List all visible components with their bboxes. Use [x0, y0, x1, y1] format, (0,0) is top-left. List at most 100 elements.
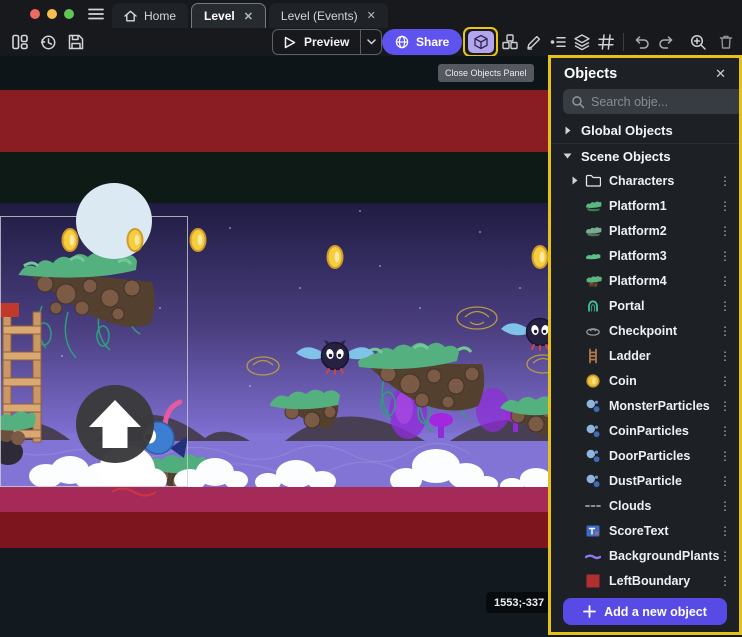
object-menu-button[interactable]: ⋮ [719, 199, 729, 213]
tab-level[interactable]: Level ✕ [191, 3, 266, 28]
object-menu-button[interactable]: ⋮ [719, 224, 729, 238]
object-label: Platform3 [609, 249, 719, 263]
objects-panel-toggle-button[interactable] [468, 31, 494, 53]
object-menu-button[interactable]: ⋮ [719, 324, 729, 338]
section-scene-objects[interactable]: Scene Objects [551, 143, 739, 168]
object-label: CoinParticles [609, 424, 719, 438]
object-row[interactable]: MonsterParticles⋮ [551, 393, 739, 418]
object-row[interactable]: Platform3⋮ [551, 243, 739, 268]
red-square-icon [585, 573, 603, 589]
zoom-window-button[interactable] [64, 9, 74, 19]
close-tab-icon[interactable]: ✕ [242, 10, 253, 23]
grid-button[interactable] [596, 33, 615, 51]
undo-button[interactable] [632, 33, 651, 51]
object-groups-button[interactable] [500, 33, 519, 51]
object-row[interactable]: Platform4⋮ [551, 268, 739, 293]
object-row[interactable]: Platform1⋮ [551, 193, 739, 218]
objects-list: Characters⋮Platform1⋮Platform2⋮Platform3… [551, 168, 739, 592]
chevron-right-icon[interactable] [572, 176, 585, 185]
object-row[interactable]: Ladder⋮ [551, 343, 739, 368]
object-menu-button[interactable]: ⋮ [719, 374, 729, 388]
close-tab-icon[interactable]: ✕ [365, 9, 376, 22]
preview-label: Preview [304, 35, 349, 49]
object-row[interactable]: DustParticle⋮ [551, 468, 739, 493]
object-menu-button[interactable]: ⋮ [719, 349, 729, 363]
instances-list-button[interactable] [548, 33, 567, 51]
toggle-panels-button[interactable] [10, 33, 30, 51]
tab-label: Level [204, 9, 235, 23]
objects-panel: Objects ✕ Global Objects Scene Objects C… [548, 55, 742, 635]
object-menu-button[interactable]: ⋮ [719, 424, 729, 438]
object-row[interactable]: Platform2⋮ [551, 218, 739, 243]
toolbar-divider [623, 33, 624, 51]
add-new-object-label: Add a new object [604, 605, 707, 619]
search-icon [571, 95, 585, 109]
portal-icon [585, 298, 603, 314]
delete-button[interactable] [716, 33, 735, 51]
object-row[interactable]: Coin⋮ [551, 368, 739, 393]
object-row[interactable]: Portal⋮ [551, 293, 739, 318]
edit-object-button[interactable] [524, 33, 543, 51]
particles-icon [585, 448, 603, 464]
object-row[interactable]: Characters⋮ [551, 168, 739, 193]
tab-level-events[interactable]: Level (Events) ✕ [269, 3, 388, 28]
object-label: Clouds [609, 499, 719, 513]
preview-button[interactable]: Preview [273, 30, 360, 54]
object-row[interactable]: ScoreText⋮ [551, 518, 739, 543]
object-menu-button[interactable]: ⋮ [719, 174, 729, 188]
section-global-objects[interactable]: Global Objects [551, 118, 739, 143]
object-label: Portal [609, 299, 719, 313]
window-controls [30, 9, 74, 19]
zoom-in-button[interactable] [688, 33, 707, 51]
save-button[interactable] [66, 33, 86, 51]
jump-arrow-control[interactable] [76, 385, 154, 463]
plants-line-icon [585, 548, 603, 564]
object-menu-button[interactable]: ⋮ [719, 449, 729, 463]
close-panel-icon[interactable]: ✕ [715, 66, 726, 82]
object-label: Coin [609, 374, 719, 388]
object-row[interactable]: LeftBoundary⋮ [551, 568, 739, 592]
object-label: Checkpoint [609, 324, 719, 338]
object-label: Platform4 [609, 274, 719, 288]
share-button[interactable]: Share [382, 29, 462, 55]
object-menu-button[interactable]: ⋮ [719, 574, 729, 588]
object-menu-button[interactable]: ⋮ [719, 474, 729, 488]
object-menu-button[interactable]: ⋮ [719, 249, 729, 263]
object-menu-button[interactable]: ⋮ [719, 524, 729, 538]
preview-options-button[interactable] [360, 30, 381, 54]
redo-button[interactable] [656, 33, 675, 51]
search-input[interactable] [591, 95, 742, 109]
main-menu-icon[interactable] [88, 7, 104, 21]
object-label: BackgroundPlants [609, 549, 719, 563]
titlebar: Home Level ✕ Level (Events) ✕ [0, 0, 742, 28]
object-menu-button[interactable]: ⋮ [719, 399, 729, 413]
object-menu-button[interactable]: ⋮ [719, 549, 729, 563]
tab-label: Home [144, 9, 176, 23]
checkpoint-icon [585, 323, 603, 339]
minimize-window-button[interactable] [47, 9, 57, 19]
tab-home[interactable]: Home [112, 3, 188, 28]
particles-icon [585, 473, 603, 489]
objects-panel-highlight [463, 27, 498, 57]
left-boundary-instance[interactable] [0, 303, 19, 317]
object-label: LeftBoundary [609, 574, 719, 588]
object-row[interactable]: Clouds⋮ [551, 493, 739, 518]
add-new-object-button[interactable]: Add a new object [563, 598, 727, 625]
toolbar: Preview Share [0, 28, 742, 56]
object-menu-button[interactable]: ⋮ [719, 299, 729, 313]
layers-button[interactable] [572, 33, 591, 51]
object-menu-button[interactable]: ⋮ [719, 274, 729, 288]
object-label: Characters [609, 174, 719, 188]
close-window-button[interactable] [30, 9, 40, 19]
gdevelop-window: Home Level ✕ Level (Events) ✕ Preview [0, 0, 742, 637]
object-row[interactable]: DoorParticles⋮ [551, 443, 739, 468]
object-row[interactable]: CoinParticles⋮ [551, 418, 739, 443]
tooltip: Close Objects Panel [438, 64, 534, 82]
object-row[interactable]: Checkpoint⋮ [551, 318, 739, 343]
share-label: Share [416, 35, 449, 49]
history-button[interactable] [38, 33, 58, 51]
object-menu-button[interactable]: ⋮ [719, 499, 729, 513]
folder-icon [585, 173, 603, 189]
panel-title: Objects [564, 66, 715, 82]
object-row[interactable]: BackgroundPlants⋮ [551, 543, 739, 568]
